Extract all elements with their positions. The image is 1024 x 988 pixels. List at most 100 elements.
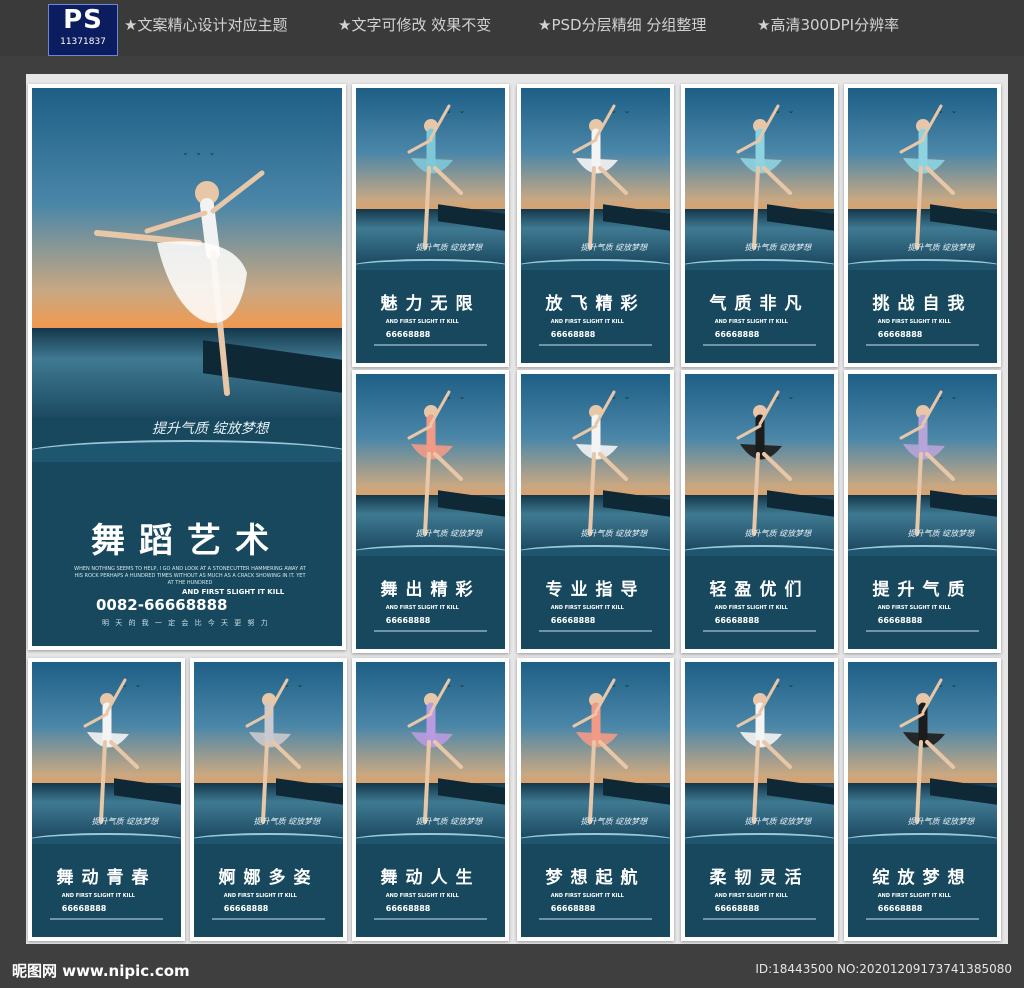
- dancer-figure: [381, 384, 481, 544]
- poster-title: 魅力无限: [380, 293, 481, 314]
- poster-phone: 66668888: [61, 904, 107, 913]
- poster-slogan: AND FIRST SLIGHT IT KILL: [714, 893, 788, 899]
- poster-card: ⌄ ⌄ 提升气质 绽放梦想 魅力无限 AND FIRST SLIGHT IT K…: [352, 84, 509, 367]
- main-title: 舞蹈艺术: [91, 521, 283, 561]
- poster-phone: 66668888: [223, 904, 269, 913]
- dancer-figure: [710, 672, 810, 832]
- poster-title: 专业指导: [545, 579, 646, 600]
- poster-text-lines: [702, 343, 817, 349]
- poster-tagline: 提升气质 绽放梦想: [253, 817, 321, 826]
- dancer-figure: [57, 672, 157, 832]
- poster-slogan: AND FIRST SLIGHT IT KILL: [61, 893, 135, 899]
- poster-text-lines: [373, 629, 488, 635]
- poster-phone: 66668888: [550, 330, 596, 339]
- poster-slogan: AND FIRST SLIGHT IT KILL: [385, 319, 459, 325]
- poster-title: 舞动人生: [380, 867, 481, 888]
- poster-text-lines: [49, 917, 164, 923]
- poster-text-lines: [211, 917, 326, 923]
- poster-slogan: AND FIRST SLIGHT IT KILL: [385, 893, 459, 899]
- poster-text-lines: [538, 629, 653, 635]
- dancer-figure: [219, 672, 319, 832]
- top-banner: PS 11371837 ★文案精心设计对应主题 ★文字可修改 效果不变 ★PSD…: [0, 0, 1024, 56]
- dancer-figure: [546, 98, 646, 258]
- poster-phone: 66668888: [385, 616, 431, 625]
- main-phone: 0082-66668888: [96, 596, 228, 614]
- dancer-figure: [546, 384, 646, 544]
- poster-card: ⌄ ⌄ 提升气质 绽放梦想 挑战自我 AND FIRST SLIGHT IT K…: [844, 84, 1001, 367]
- poster-text-lines: [865, 343, 980, 349]
- poster-text-lines: [538, 917, 653, 923]
- ps-logo: PS 11371837: [48, 4, 118, 56]
- poster-slogan: AND FIRST SLIGHT IT KILL: [550, 605, 624, 611]
- main-body-text: WHEN NOTHING SEEMS TO HELP, I GO AND LOO…: [74, 566, 306, 586]
- poster-card: ⌄ ⌄ 提升气质 绽放梦想 舞动人生 AND FIRST SLIGHT IT K…: [352, 658, 509, 941]
- poster-phone: 66668888: [877, 904, 923, 913]
- poster-title: 绽放梦想: [872, 867, 973, 888]
- poster-text-lines: [538, 343, 653, 349]
- poster-slogan: AND FIRST SLIGHT IT KILL: [223, 893, 297, 899]
- dancer-figure: [873, 672, 973, 832]
- feature-3: ★PSD分层精细 分组整理: [538, 16, 707, 34]
- poster-title: 气质非凡: [709, 293, 810, 314]
- poster-slogan: AND FIRST SLIGHT IT KILL: [714, 605, 788, 611]
- main-poster: ⌄ ⌄ ⌄ 提升气质 绽放梦想 舞蹈艺术 WHEN NOTHING SEEMS …: [28, 84, 346, 650]
- poster-phone: 66668888: [550, 616, 596, 625]
- poster-slogan: AND FIRST SLIGHT IT KILL: [877, 893, 951, 899]
- poster-title: 舞出精彩: [380, 579, 481, 600]
- dancer-figure: [546, 672, 646, 832]
- feature-2: ★文字可修改 效果不变: [338, 16, 492, 34]
- poster-title: 提升气质: [872, 579, 973, 600]
- main-tagline: 提升气质 绽放梦想: [152, 421, 269, 437]
- poster-phone: 66668888: [385, 330, 431, 339]
- main-slogan: AND FIRST SLIGHT IT KILL: [182, 588, 285, 596]
- feature-4: ★高清300DPI分辨率: [757, 16, 900, 34]
- poster-card: ⌄ ⌄ 提升气质 绽放梦想 柔韧灵活 AND FIRST SLIGHT IT K…: [681, 658, 838, 941]
- dancer-figure: [873, 384, 973, 544]
- poster-card: ⌄ ⌄ 提升气质 绽放梦想 气质非凡 AND FIRST SLIGHT IT K…: [681, 84, 838, 367]
- poster-title: 柔韧灵活: [709, 867, 810, 888]
- poster-text-lines: [373, 917, 488, 923]
- poster-phone: 66668888: [714, 904, 760, 913]
- poster-tagline: 提升气质 绽放梦想: [580, 817, 648, 826]
- poster-text-lines: [865, 629, 980, 635]
- poster-phone: 66668888: [550, 904, 596, 913]
- poster-title: 挑战自我: [872, 293, 973, 314]
- poster-title: 放飞精彩: [545, 293, 646, 314]
- poster-slogan: AND FIRST SLIGHT IT KILL: [550, 319, 624, 325]
- poster-text-lines: [702, 917, 817, 923]
- poster-card: ⌄ ⌄ 提升气质 绽放梦想 舞出精彩 AND FIRST SLIGHT IT K…: [352, 370, 509, 653]
- poster-card: ⌄ ⌄ 提升气质 绽放梦想 轻盈优们 AND FIRST SLIGHT IT K…: [681, 370, 838, 653]
- poster-tagline: 提升气质 绽放梦想: [907, 243, 975, 252]
- dancer-figure: [381, 98, 481, 258]
- poster-tagline: 提升气质 绽放梦想: [744, 817, 812, 826]
- poster-text-lines: [865, 917, 980, 923]
- poster-tagline: 提升气质 绽放梦想: [580, 529, 648, 538]
- poster-phone: 66668888: [877, 330, 923, 339]
- ps-number: 11371837: [49, 35, 117, 49]
- feature-1: ★文案精心设计对应主题: [124, 16, 288, 34]
- poster-tagline: 提升气质 绽放梦想: [415, 243, 483, 252]
- poster-slogan: AND FIRST SLIGHT IT KILL: [550, 893, 624, 899]
- poster-phone: 66668888: [714, 330, 760, 339]
- poster-card: ⌄ ⌄ 提升气质 绽放梦想 婀娜多姿 AND FIRST SLIGHT IT K…: [190, 658, 347, 941]
- poster-slogan: AND FIRST SLIGHT IT KILL: [714, 319, 788, 325]
- poster-slogan: AND FIRST SLIGHT IT KILL: [877, 319, 951, 325]
- poster-phone: 66668888: [385, 904, 431, 913]
- poster-card: ⌄ ⌄ 提升气质 绽放梦想 放飞精彩 AND FIRST SLIGHT IT K…: [517, 84, 674, 367]
- poster-tagline: 提升气质 绽放梦想: [415, 529, 483, 538]
- poster-title: 舞动青春: [56, 867, 157, 888]
- poster-tagline: 提升气质 绽放梦想: [91, 817, 159, 826]
- poster-tagline: 提升气质 绽放梦想: [744, 243, 812, 252]
- poster-phone: 66668888: [714, 616, 760, 625]
- dancer-figure: [87, 133, 287, 433]
- poster-slogan: AND FIRST SLIGHT IT KILL: [877, 605, 951, 611]
- dancer-figure: [710, 98, 810, 258]
- poster-text-lines: [702, 629, 817, 635]
- poster-card: ⌄ ⌄ 提升气质 绽放梦想 绽放梦想 AND FIRST SLIGHT IT K…: [844, 658, 1001, 941]
- poster-tagline: 提升气质 绽放梦想: [744, 529, 812, 538]
- poster-card: ⌄ ⌄ 提升气质 绽放梦想 舞动青春 AND FIRST SLIGHT IT K…: [28, 658, 185, 941]
- dancer-figure: [381, 672, 481, 832]
- poster-card: ⌄ ⌄ 提升气质 绽放梦想 专业指导 AND FIRST SLIGHT IT K…: [517, 370, 674, 653]
- main-bottom-line: 明 天 的 我 一 定 会 比 今 天 更 努 力: [102, 619, 270, 627]
- poster-title: 婀娜多姿: [218, 867, 319, 888]
